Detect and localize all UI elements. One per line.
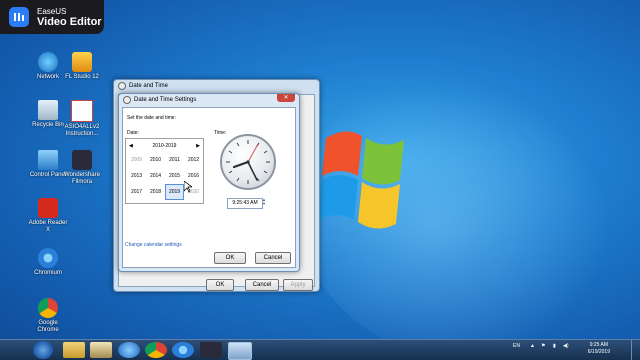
dialog-title: Date and Time Settings — [134, 97, 197, 103]
cancel-button[interactable]: Cancel — [245, 279, 279, 291]
time-input[interactable]: 9:25:43 AM — [227, 198, 263, 209]
clock-small-icon — [123, 96, 131, 104]
year-cell[interactable]: 2017 — [127, 184, 146, 200]
change-calendar-settings-link[interactable]: Change calendar settings — [125, 242, 182, 248]
year-cell[interactable]: 2010 — [146, 152, 165, 168]
desktop-icon-asio[interactable]: ASIO4ALLv2 Instruction... — [62, 100, 102, 138]
analog-clock — [220, 134, 276, 190]
ie-taskbar-icon[interactable] — [118, 342, 140, 358]
start-button[interactable] — [33, 341, 53, 359]
mouse-cursor-icon — [184, 181, 192, 193]
window-title: Date and Time — [129, 83, 169, 89]
ok-button[interactable]: OK — [206, 279, 234, 291]
date-time-taskbar-icon[interactable] — [228, 342, 252, 360]
prev-arrow-icon[interactable]: ◀ — [129, 143, 133, 149]
fl-studio-icon — [72, 52, 92, 72]
apply-button[interactable]: Apply — [283, 279, 313, 291]
easeus-watermark: EaseUS Video Editor — [0, 0, 104, 34]
year-cell[interactable]: 2012 — [184, 152, 203, 168]
recycle-bin-icon — [38, 100, 58, 120]
date-time-settings-dialog: Date and Time Settings ✕ Set the date an… — [118, 93, 300, 272]
filmora-taskbar-icon[interactable] — [200, 342, 222, 358]
spin-down-icon[interactable]: ▼ — [262, 202, 267, 206]
year-cell[interactable]: 2014 — [146, 168, 165, 184]
desktop-icon-adobe-reader[interactable]: Adobe Reader X — [28, 198, 68, 234]
clock-date: 6/19/2019 — [587, 349, 610, 355]
flag-icon[interactable]: ⚑ — [541, 343, 545, 349]
language-indicator[interactable]: EN — [513, 343, 520, 349]
clock-small-icon — [118, 82, 126, 90]
chrome-icon — [38, 298, 58, 318]
chromium-icon — [38, 248, 58, 268]
network-icon — [38, 52, 58, 72]
calendar-range[interactable]: 2010-2019 — [153, 143, 177, 149]
date-time-titlebar[interactable]: Date and Time — [114, 80, 319, 92]
desktop-icon-fl-studio[interactable]: FL Studio 12 — [62, 52, 102, 81]
chrome-taskbar-icon[interactable] — [145, 342, 167, 358]
easeus-logo-icon — [9, 7, 29, 27]
media-taskbar-icon[interactable] — [90, 342, 112, 358]
year-cell[interactable]: 2015 — [165, 168, 184, 184]
settings-titlebar[interactable]: Date and Time Settings — [119, 94, 299, 106]
taskbar: EN ▲ ⚑ ▮ ◀) 9:25 AM 6/19/2019 — [0, 339, 640, 360]
show-desktop-button[interactable] — [631, 340, 640, 360]
desktop-icon-chrome[interactable]: Google Chrome — [28, 298, 68, 334]
date-label: Date: — [127, 130, 139, 136]
clock-face-icon — [226, 140, 270, 184]
desktop-icon-filmora[interactable]: Wondershare Filmora — [62, 150, 102, 186]
document-icon — [71, 100, 93, 122]
explorer-taskbar-icon[interactable] — [63, 342, 85, 358]
year-cell[interactable]: 2019 — [165, 184, 184, 200]
year-cell[interactable]: 2013 — [127, 168, 146, 184]
brand-product: Video Editor — [37, 16, 102, 28]
chromium-taskbar-icon[interactable] — [172, 342, 194, 358]
clock-time: 9:25 AM — [589, 342, 609, 348]
adobe-reader-icon — [38, 198, 58, 218]
tray-arrow-icon[interactable]: ▲ — [530, 343, 535, 349]
year-cell[interactable]: 2018 — [146, 184, 165, 200]
next-arrow-icon[interactable]: ▶ — [196, 143, 200, 149]
instruction-text: Set the date and time: — [127, 115, 176, 121]
windows-logo — [318, 131, 404, 229]
volume-icon[interactable]: ◀) — [563, 343, 569, 349]
filmora-icon — [72, 150, 92, 170]
close-icon: ✕ — [283, 95, 289, 101]
close-button[interactable]: ✕ — [277, 94, 295, 102]
year-cell[interactable]: 2011 — [165, 152, 184, 168]
settings-ok-button[interactable]: OK — [214, 252, 246, 264]
desktop-icon-chromium[interactable]: Chromium — [28, 248, 68, 277]
network-tray-icon[interactable]: ▮ — [553, 343, 556, 349]
time-spinner[interactable]: ▲ ▼ — [262, 198, 267, 207]
year-cell[interactable]: 2009 — [127, 152, 146, 168]
calendar: ◀ 2010-2019 ▶ 2009 2010 2011 2012 2013 2014 20… — [125, 138, 204, 204]
control-panel-icon — [38, 150, 58, 170]
taskbar-clock[interactable]: 9:25 AM 6/19/2019 — [588, 342, 610, 356]
settings-cancel-button[interactable]: Cancel — [255, 252, 291, 264]
